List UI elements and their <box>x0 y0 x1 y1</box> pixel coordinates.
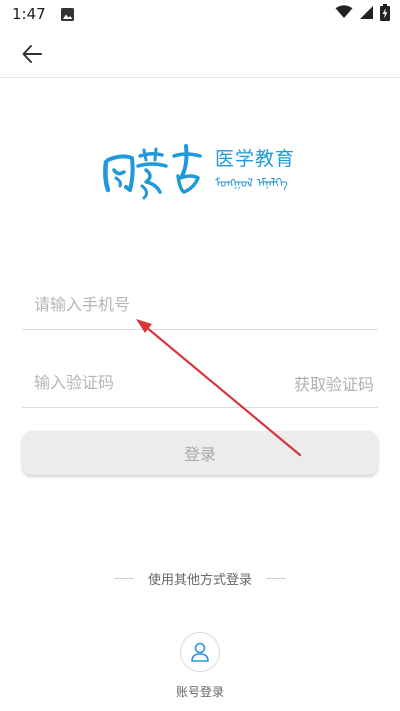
logo-calligraphy-mark <box>103 144 202 200</box>
account-login-button[interactable] <box>180 632 220 672</box>
app-logo: 医学教育 ᠮᠣᠩᠭᠣᠯ ᠡᠮᠨᠡᠯᠭᠡ <box>100 140 300 210</box>
top-bar <box>0 28 400 78</box>
status-time: 1:47 <box>12 5 46 23</box>
image-icon <box>60 7 75 22</box>
user-icon <box>191 642 209 662</box>
back-button[interactable] <box>18 40 46 68</box>
login-button[interactable]: 登录 <box>22 431 378 475</box>
annotation-arrow <box>136 319 302 457</box>
battery-charging-icon <box>380 3 390 25</box>
wifi-icon <box>335 5 353 23</box>
code-input-row: 获取验证码 <box>22 358 378 408</box>
logo-chinese-text: 医学教育 <box>215 148 296 170</box>
other-methods-label: 使用其他方式登录 <box>147 572 252 588</box>
logo-mongolian-text: ᠮᠣᠩᠭᠣᠯ ᠡᠮᠨᠡᠯᠭᠡ <box>215 176 288 190</box>
login-screen: 1:47 医学教育 ᠮᠣᠩᠭᠣᠯ ᠡᠮᠨᠡᠯᠭᠡ 请输入手机号 输入验证码 获取… <box>0 0 400 711</box>
divider-line-left <box>113 577 134 579</box>
signal-icon <box>359 5 374 24</box>
phone-input-row <box>22 280 378 330</box>
account-login-label: 账号登录 <box>175 685 224 699</box>
status-bar: 1:47 <box>0 0 400 28</box>
divider-line-right <box>266 577 286 579</box>
status-icons <box>335 3 390 25</box>
other-login-methods: 使用其他方式登录 <box>0 567 400 589</box>
phone-input[interactable] <box>22 280 378 329</box>
arrow-left-icon <box>22 45 42 63</box>
get-code-button[interactable]: 获取验证码 <box>294 371 378 395</box>
verification-code-input[interactable] <box>22 358 294 407</box>
